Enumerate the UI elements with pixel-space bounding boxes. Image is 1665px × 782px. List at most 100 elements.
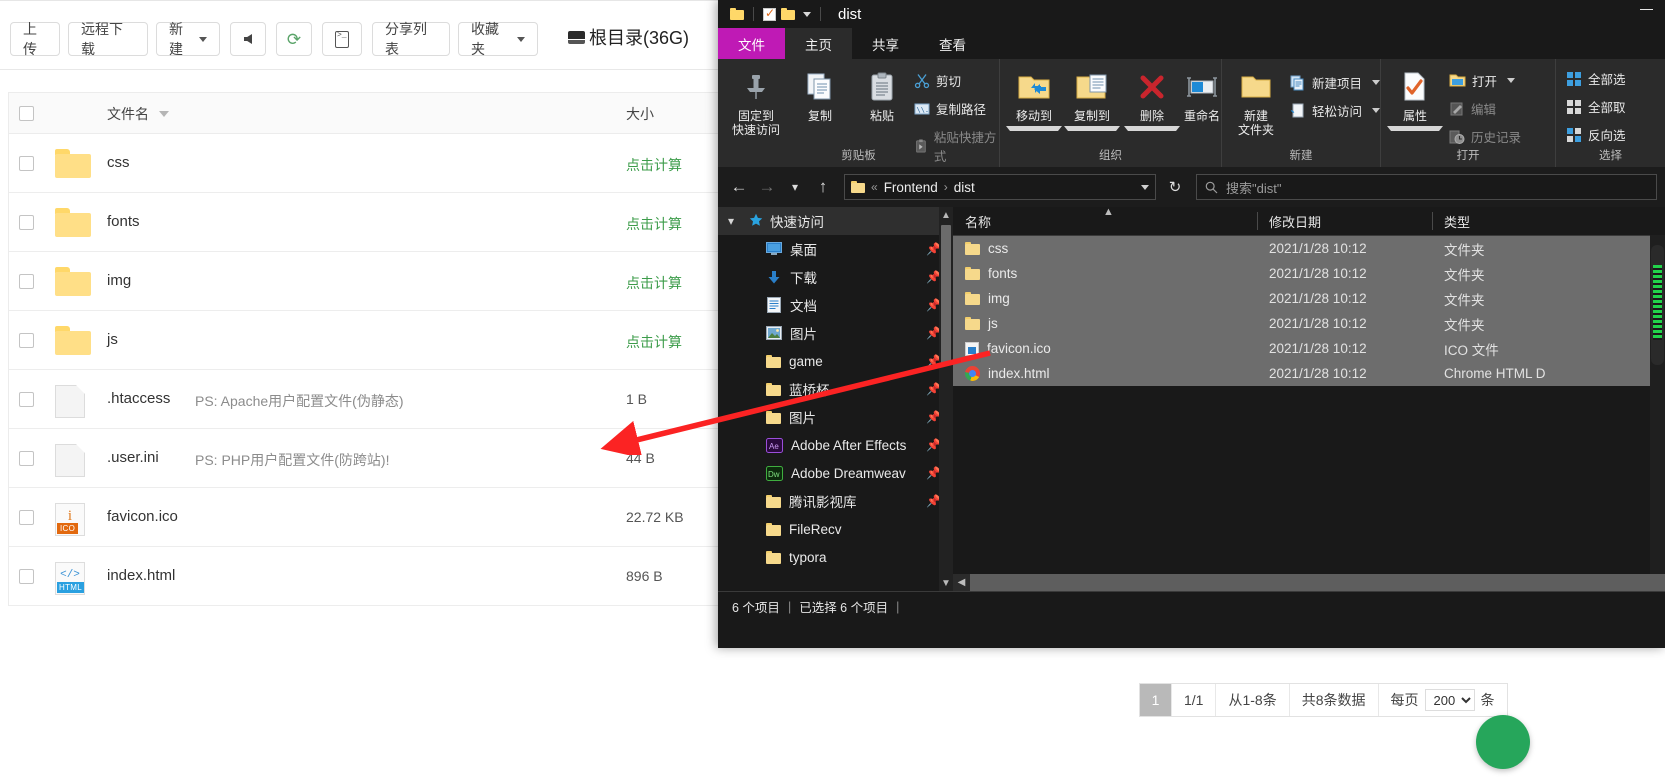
back-button[interactable]: ← [726,174,752,200]
file-size[interactable]: 点击计算 [626,332,682,352]
chevron-down-icon[interactable] [1124,126,1180,131]
open-button[interactable]: 打开 [1449,71,1516,90]
chevron-down-icon[interactable]: ▾ [728,214,742,228]
list-item[interactable]: fonts 2021/1/28 10:12 文件夹 [953,261,1665,286]
tab-share[interactable]: 共享 [852,28,919,59]
file-size[interactable]: 点击计算 [626,273,682,293]
floating-action-button[interactable] [1476,715,1530,769]
tree-item-desktop[interactable]: 桌面 📌 [718,235,953,263]
file-name[interactable]: fonts [107,213,140,230]
list-item[interactable]: css 2021/1/28 10:12 文件夹 [953,236,1665,261]
row-checkbox[interactable] [19,451,34,466]
address-bar[interactable]: « Frontend › dist [844,174,1156,200]
copy-path-button[interactable]: \\.. 复制路径 [914,99,986,118]
file-name[interactable]: .htaccess [107,390,170,407]
tree-quick-access[interactable]: ▾ 快速访问 [718,207,953,235]
row-checkbox[interactable] [19,510,34,525]
recent-locations-button[interactable]: ▾ [782,174,808,200]
upload-button[interactable]: 上传 [10,21,60,57]
copy-to-button[interactable]: 复制到 [1064,67,1120,131]
column-header-type[interactable]: 类型 [1432,207,1612,235]
breadcrumb-overflow[interactable]: « [871,180,878,194]
select-all-button[interactable]: 全部选 [1566,69,1626,88]
row-checkbox[interactable] [19,569,34,584]
page-number-1[interactable]: 1 [1140,684,1172,716]
new-button[interactable]: 新建 [156,21,220,57]
breadcrumb-item-frontend[interactable]: Frontend [884,180,938,195]
cut-button[interactable]: 剪切 [914,71,961,90]
horizontal-scrollbar[interactable]: ◀ [953,574,1665,591]
per-page-select[interactable]: 200 [1424,689,1475,711]
tree-scrollbar[interactable]: ▲ ▼ [939,207,953,591]
row-checkbox[interactable] [19,333,34,348]
scroll-down-icon[interactable]: ▼ [939,575,953,591]
history-button[interactable]: 历史记录 [1449,127,1521,146]
row-checkbox[interactable] [19,215,34,230]
list-item[interactable]: js 2021/1/28 10:12 文件夹 [953,311,1665,336]
tab-file[interactable]: 文件 [718,28,785,59]
scroll-left-icon[interactable]: ◀ [953,574,970,591]
file-name[interactable]: js [107,331,118,348]
tree-item-game[interactable]: game 📌 [718,347,953,375]
properties-button[interactable]: 属性 [1387,67,1443,131]
tree-item-tencent-video[interactable]: 腾讯影视库 📌 [718,487,953,515]
list-item[interactable]: index.html 2021/1/28 10:12 Chrome HTML D [953,361,1665,386]
tree-item-documents[interactable]: 文档 📌 [718,291,953,319]
column-header-name[interactable]: 文件名 [107,104,169,124]
scroll-up-icon[interactable]: ▲ [939,207,953,223]
minimize-button[interactable] [1640,9,1653,10]
properties-check-icon[interactable] [763,6,776,21]
up-button[interactable]: ↑ [810,174,836,200]
edit-button[interactable]: 编辑 [1449,99,1496,118]
root-directory-label[interactable]: 根目录(36G) [568,24,689,50]
select-none-button[interactable]: 全部取 [1566,97,1626,116]
file-name[interactable]: css [107,154,130,171]
favorites-button[interactable]: 收藏夹 [458,21,538,57]
forward-button[interactable]: → [754,174,780,200]
new-folder-button[interactable]: 新建 文件夹 [1228,67,1284,137]
chevron-down-icon[interactable] [1507,78,1516,83]
copy-button[interactable]: 复制 [792,67,848,123]
scrollbar-thumb[interactable] [941,225,951,365]
tree-item-dreamweaver[interactable]: Dw Adobe Dreamweav 📌 [718,459,953,487]
column-header-size[interactable]: 大小 [626,104,654,124]
chevron-down-icon[interactable] [1006,126,1062,131]
breadcrumb-item-dist[interactable]: dist [954,180,975,195]
tab-home[interactable]: 主页 [785,28,852,59]
new-folder-icon[interactable] [781,8,795,20]
chevron-down-icon[interactable] [1372,108,1380,113]
tree-item-filerecv[interactable]: FileRecv [718,515,953,543]
easy-access-button[interactable]: 轻松访问 [1290,101,1380,120]
tree-item-pictures-folder[interactable]: 图片 📌 [718,403,953,431]
file-size[interactable]: 点击计算 [626,214,682,234]
file-name[interactable]: favicon.ico [107,508,178,525]
new-item-button[interactable]: 新建项目 [1290,73,1380,92]
chevron-down-icon[interactable] [803,11,811,17]
column-header-name[interactable]: 名称 ▲ [953,206,1257,235]
tree-item-typora[interactable]: typora [718,543,953,571]
move-to-button[interactable]: 移动到 [1006,67,1062,131]
tree-item-after-effects[interactable]: Ae Adobe After Effects 📌 [718,431,953,459]
terminal-button[interactable] [322,22,362,56]
chevron-down-icon[interactable] [1141,184,1149,190]
list-scrollbar[interactable] [1650,235,1665,591]
list-item[interactable]: img 2021/1/28 10:12 文件夹 [953,286,1665,311]
row-checkbox[interactable] [19,274,34,289]
tab-view[interactable]: 查看 [919,28,986,59]
row-checkbox[interactable] [19,392,34,407]
file-name[interactable]: img [107,272,131,289]
remote-download-button[interactable]: 远程下载 [68,21,148,57]
tree-item-lanqiaobei[interactable]: 蓝桥杯 📌 [718,375,953,403]
file-size[interactable]: 点击计算 [626,155,682,175]
pin-to-quick-access-button[interactable]: 固定到 快速访问 [728,67,784,137]
tree-item-pictures[interactable]: 图片 📌 [718,319,953,347]
refresh-button[interactable]: ⟳ [276,22,312,56]
refresh-button[interactable]: ↻ [1162,174,1188,200]
chevron-down-icon[interactable] [1064,126,1120,131]
tree-item-downloads[interactable]: 下载 📌 [718,263,953,291]
chevron-down-icon[interactable] [1372,80,1380,85]
invert-selection-button[interactable]: 反向选 [1566,125,1626,144]
share-list-button[interactable]: 分享列表 [372,21,450,57]
column-header-date[interactable]: 修改日期 [1257,207,1432,235]
search-box[interactable]: 搜索"dist" [1196,174,1657,200]
